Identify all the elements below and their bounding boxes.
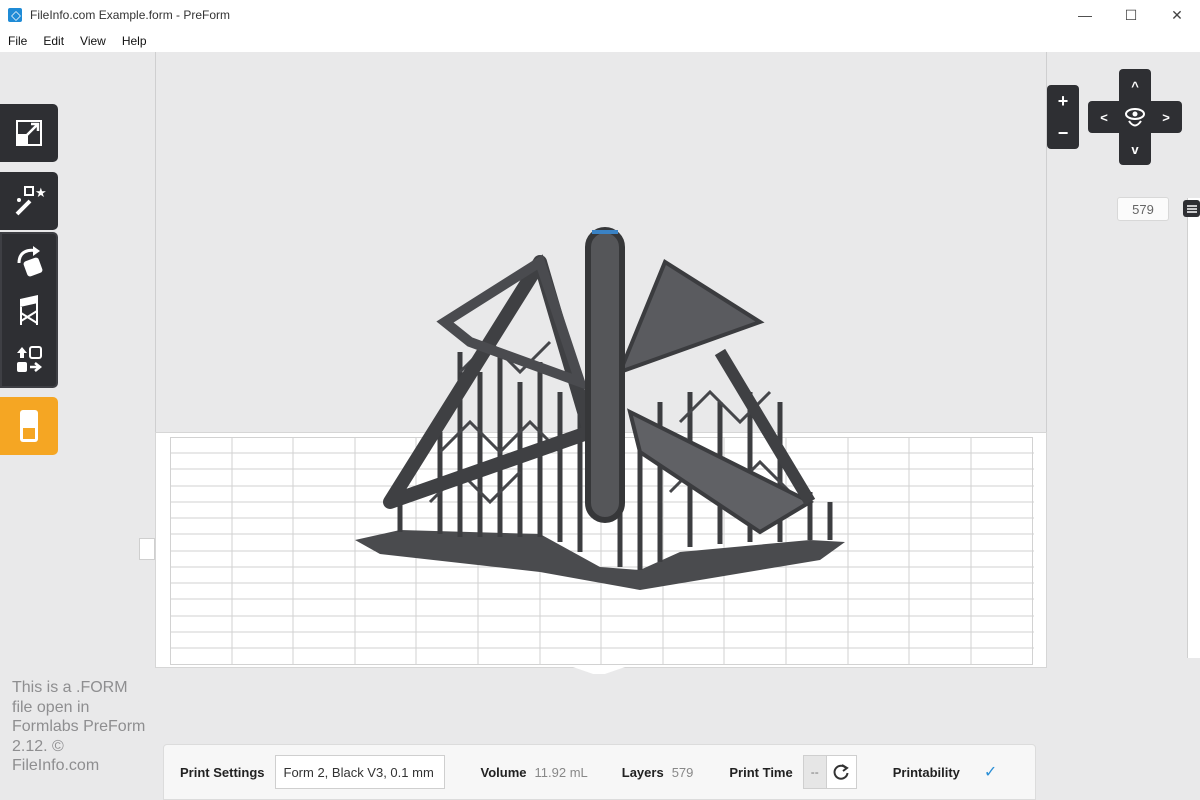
auto-orient-tool[interactable]: ★: [0, 172, 58, 230]
view-eye-icon[interactable]: [1123, 105, 1147, 129]
print-time-label: Print Time: [729, 764, 793, 780]
print-settings-label: Print Settings: [180, 764, 265, 780]
svg-text:★: ★: [35, 186, 46, 201]
menu-view[interactable]: View: [72, 34, 114, 48]
printability-check-icon: ✓: [983, 764, 998, 781]
print-status-bar: Print Settings Form 2, Black V3, 0.1 mm …: [163, 744, 1036, 800]
layer-slider-handle[interactable]: [1183, 200, 1200, 217]
fit-view-icon: [16, 120, 42, 146]
layers-label: Layers: [621, 764, 664, 780]
magic-wand-icon: ★: [15, 186, 46, 216]
layout-icon: [17, 346, 43, 372]
print-settings-field[interactable]: Form 2, Black V3, 0.1 mm: [274, 755, 445, 789]
refresh-estimate-button[interactable]: [826, 755, 857, 789]
volume-label: Volume: [480, 764, 527, 780]
watermark-text: This is a .FORM file open in Formlabs Pr…: [12, 679, 146, 774]
refresh-icon: [833, 764, 850, 780]
window-controls: — ☐ ✕: [1062, 0, 1200, 30]
maximize-button[interactable]: ☐: [1108, 0, 1154, 30]
menu-bar: File Edit View Help: [0, 30, 1200, 52]
3d-model[interactable]: [340, 172, 860, 592]
rotate-icon: [17, 246, 43, 277]
zoom-in-button[interactable]: +: [1047, 85, 1079, 117]
supports-icon: [20, 295, 38, 325]
window-title: FileInfo.com Example.form - PreForm: [30, 8, 231, 22]
job-setup-tool[interactable]: [0, 397, 58, 455]
zoom-out-button[interactable]: −: [1047, 117, 1079, 149]
pan-down-button[interactable]: v: [1120, 134, 1150, 164]
pan-left-button[interactable]: <: [1089, 102, 1119, 132]
plate-side-tab: [139, 538, 155, 560]
printability-label: Printability: [892, 764, 960, 780]
pan-up-button[interactable]: ^: [1120, 71, 1150, 101]
handle-grip-icon: [1186, 204, 1197, 213]
layer-slider-track[interactable]: [1187, 198, 1200, 658]
edit-tool-group: [0, 232, 58, 388]
orient-tool[interactable]: [4, 235, 54, 285]
print-time-box: --: [802, 755, 857, 789]
3d-viewport[interactable]: ★ + − ^ v < > 579 This is a .FORM file o…: [0, 52, 1200, 800]
minimize-button[interactable]: —: [1062, 0, 1108, 30]
plate-front-tab: [570, 666, 628, 674]
supports-tool[interactable]: [4, 285, 54, 335]
job-icon: [20, 410, 38, 442]
volume-value: 11.92 mL: [534, 764, 588, 780]
menu-help[interactable]: Help: [114, 34, 155, 48]
layer-number-badge: 579: [1117, 197, 1169, 221]
fit-view-tool[interactable]: [0, 104, 58, 162]
zoom-controls: + −: [1047, 85, 1079, 149]
menu-file[interactable]: File: [0, 34, 35, 48]
title-bar: FileInfo.com Example.form - PreForm — ☐ …: [0, 0, 1200, 30]
print-time-value: --: [802, 755, 827, 789]
close-button[interactable]: ✕: [1154, 0, 1200, 30]
menu-edit[interactable]: Edit: [35, 34, 72, 48]
layers-value: 579: [671, 764, 694, 780]
pan-right-button[interactable]: >: [1151, 102, 1181, 132]
layout-tool[interactable]: [4, 335, 54, 385]
preform-app-icon: [8, 8, 22, 22]
